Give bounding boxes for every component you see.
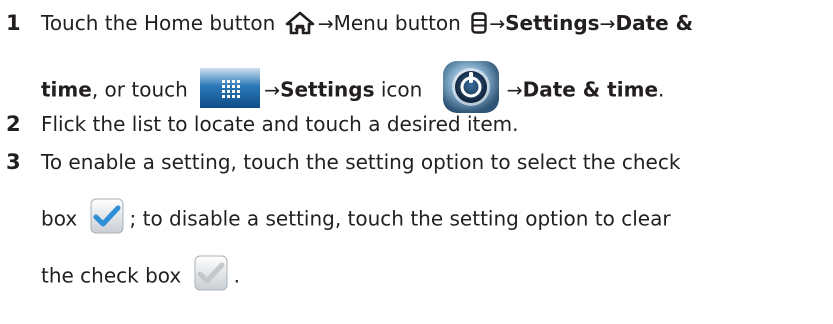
- menu-icon: [471, 11, 487, 34]
- step-text: Flick the list to locate and touch a des…: [41, 112, 519, 136]
- step-text: the check box: [41, 263, 182, 288]
- step-text: box: [41, 206, 78, 231]
- arrow: →: [264, 79, 281, 102]
- date-time-label: Date & time: [522, 77, 659, 102]
- arrow: →: [317, 13, 334, 35]
- step-text: icon: [374, 77, 423, 102]
- step-1-line-1: Touch the Home button →Menu button →Sett…: [41, 8, 693, 39]
- step-text: , or touch: [91, 77, 188, 102]
- step-3-line-1: To enable a setting, touch the setting o…: [41, 147, 680, 177]
- date-time-label: time: [41, 77, 92, 102]
- checkbox-checked-icon: [90, 198, 124, 234]
- step-2-line-1: Flick the list to locate and touch a des…: [41, 109, 519, 139]
- step-number: 2: [6, 112, 21, 136]
- apps-grid-icon: [200, 68, 261, 108]
- step-number: 1: [6, 11, 21, 35]
- step-3-line-2: box ; to disable a setting, touch the se…: [41, 198, 671, 238]
- step-3-line-3: the check box .: [41, 255, 240, 295]
- checkbox-unchecked-icon: [194, 255, 228, 291]
- settings-label: Settings: [280, 77, 375, 102]
- step-text: To enable a setting, touch the setting o…: [41, 150, 681, 174]
- arrow: →: [506, 79, 523, 102]
- settings-icon: [439, 59, 503, 115]
- period: .: [233, 263, 240, 288]
- period: .: [658, 77, 665, 102]
- step-text: ; to disable a setting, touch the settin…: [129, 206, 671, 231]
- date-time-label: Date &: [615, 11, 694, 35]
- arrow: →: [489, 13, 506, 35]
- step-number: 3: [6, 150, 21, 174]
- arrow: →: [599, 13, 616, 35]
- settings-label: Settings: [505, 11, 600, 35]
- home-icon: [285, 11, 315, 35]
- step-text: Menu button: [333, 11, 461, 35]
- step-text: Touch the Home button: [41, 11, 276, 35]
